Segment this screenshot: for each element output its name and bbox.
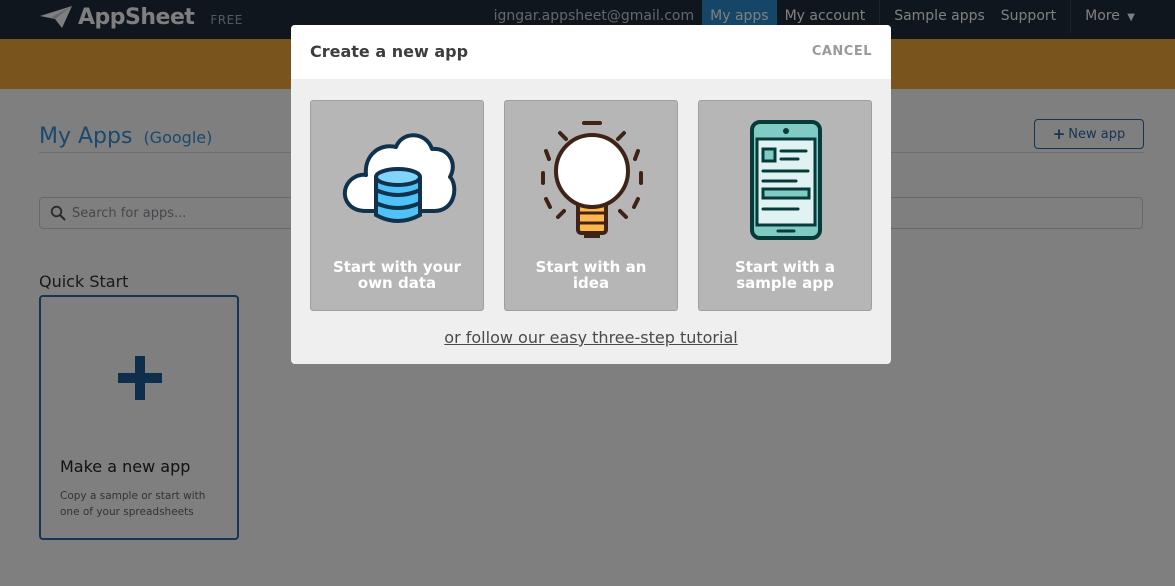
lightbulb-icon <box>541 121 643 238</box>
option-sample-app-line1: Start with a <box>734 258 836 276</box>
dialog-title: Create a new app <box>310 42 469 61</box>
create-app-dialog: Create a new app CANCEL Start with your … <box>291 25 891 364</box>
option-own-data-line1: Start with your <box>332 258 462 276</box>
mobile-app-icon <box>750 120 822 240</box>
option-sample-app-line2: sample app <box>736 274 834 292</box>
dialog-header: Create a new app CANCEL <box>291 25 891 79</box>
option-idea-line1: Start with an <box>535 258 647 276</box>
option-sample-app[interactable]: Start with a sample app <box>698 100 872 311</box>
option-idea[interactable]: Start with an idea <box>504 100 678 311</box>
option-own-data[interactable]: Start with your own data <box>310 100 484 311</box>
cancel-button[interactable]: CANCEL <box>812 44 872 59</box>
option-sample-app-label: Start with a sample app <box>699 259 871 291</box>
option-own-data-label: Start with your own data <box>311 259 483 291</box>
option-idea-line2: idea <box>572 274 610 292</box>
cloud-database-icon <box>342 133 457 223</box>
option-idea-label: Start with an idea <box>505 259 677 291</box>
option-own-data-line2: own data <box>357 274 437 292</box>
tutorial-link[interactable]: or follow our easy three-step tutorial <box>291 328 891 347</box>
